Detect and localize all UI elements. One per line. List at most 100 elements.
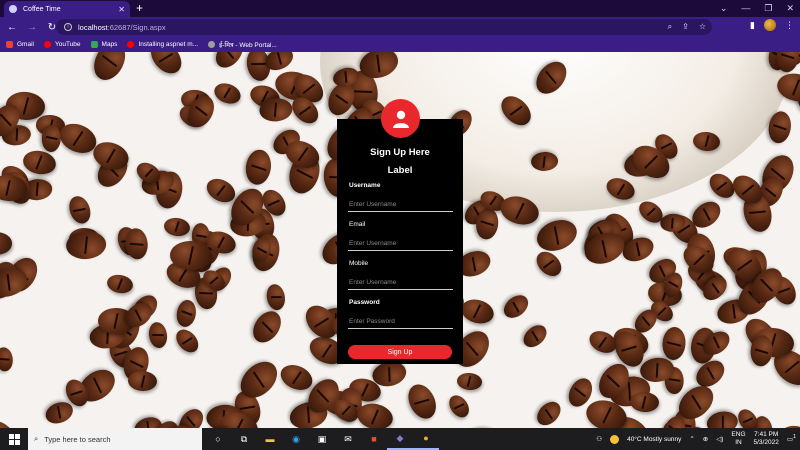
coffee-bean [456,372,483,392]
volume-icon[interactable]: ◁) [716,435,723,443]
coffee-bean [0,346,15,373]
clock-date: 5/3/2022 [753,439,779,446]
coffee-bean [171,325,203,357]
back-icon[interactable]: ← [4,22,20,33]
store-icon[interactable]: ▣ [309,428,335,450]
coffee-bean [586,326,620,357]
notifications-icon[interactable]: ▭1 [787,434,796,443]
forward-icon[interactable]: → [24,22,40,33]
close-window-icon[interactable]: ✕ [786,0,794,16]
coffee-bean [147,320,170,350]
maximize-icon[interactable]: ❐ [764,0,772,16]
bookmark-installing-aspnet[interactable]: Installing aspnet m... [127,41,198,48]
coffee-bean [0,414,22,428]
url-path: :62687/Sign.aspx [107,22,166,32]
mobile-input[interactable] [348,276,453,290]
coffee-bean [65,193,94,227]
search-icon: ⌕ [34,434,39,443]
email-input[interactable] [348,237,453,251]
coffee-bean [174,404,209,428]
site-info-icon[interactable]: i [64,23,72,31]
minimize-icon[interactable]: — [741,0,750,16]
share-icon[interactable]: ⇪ [682,22,689,32]
bookmark-label: ई-मित्र - Web Portal... [219,42,277,49]
edge-icon[interactable]: ◉ [283,428,309,450]
bookmark-maps[interactable]: Maps [90,41,118,48]
windows-taskbar: ⌕ Type here to search ○ ⧉ ▬ ◉ ▣ ✉ ■ ◆ ● … [0,428,800,450]
task-view-icon[interactable]: ⧉ [231,428,257,450]
coffee-bean [264,282,287,312]
coffee-bean [531,246,566,281]
bookmark-gmail[interactable]: Gmail [6,41,34,48]
coffee-bean [145,52,188,80]
coffee-bean [211,79,244,107]
clock[interactable]: 7:41 PM 5/3/2022 [754,431,779,447]
bookmark-emitra-portal[interactable]: ई-मित्र - Web Portal... [208,40,277,49]
bookmarks-bar: Gmail YouTube Maps Installing aspnet m..… [0,37,800,52]
username-input[interactable] [348,198,453,212]
password-input[interactable] [348,315,453,329]
coffee-bean [475,207,501,241]
sign-up-button[interactable]: Sign Up [348,345,452,359]
menu-icon[interactable]: ⋮ [785,20,794,31]
language-indicator[interactable]: ENG IN [731,431,745,447]
bookmark-youtube[interactable]: YouTube [43,41,81,48]
bookmark-label: Gmail [17,41,34,48]
url-host: localhost [78,22,108,32]
coffee-bean [629,390,660,413]
browser-toolbar: ← → ↻ i localhost:62687/Sign.aspx ⌕ ⇪ ☆ … [0,17,800,37]
coffee-bean [174,298,198,329]
chrome-icon[interactable]: ● [413,428,439,450]
new-tab-button[interactable]: + [136,1,143,15]
region-code: IN [735,439,742,446]
cortana-icon[interactable]: ○ [205,428,231,450]
notification-count: 1 [792,434,796,441]
coffee-bean [105,272,135,296]
page-favicon-icon [9,5,17,13]
coffee-bean [88,52,131,85]
user-icon [392,110,409,128]
weather-text[interactable]: 40°C Mostly sunny [627,436,681,443]
tab-search-icon[interactable]: ⌄ [720,0,728,16]
mail-icon[interactable]: ✉ [335,428,361,450]
side-panel-icon[interactable]: ▮ [750,20,755,31]
visual-studio-icon[interactable]: ◆ [387,428,413,450]
address-bar[interactable]: i localhost:62687/Sign.aspx ⌕ ⇪ ☆ [56,19,712,35]
coffee-bean [499,290,533,324]
people-icon[interactable]: ⚇ [596,435,602,443]
coffee-bean [661,326,687,362]
start-button[interactable] [0,428,28,450]
maps-icon [90,41,98,48]
coffee-bean [705,409,740,428]
coffee-bean [127,370,158,393]
bookmark-label: YouTube [54,41,81,48]
window-controls: ⌄ — ❐ ✕ [720,0,794,16]
office-icon[interactable]: ■ [361,428,387,450]
lang-code: ENG [731,431,746,438]
browser-tab[interactable]: Coffee Time ✕ [4,1,130,17]
system-tray: ⚇ 40°C Mostly sunny ⌃ ⊕ ◁) ENG IN 7:41 P… [596,428,796,450]
weather-sun-icon [610,434,620,444]
tray-overflow-icon[interactable]: ⌃ [689,435,694,443]
profile-avatar-icon[interactable] [764,19,776,31]
coffee-bean [519,320,551,352]
windows-logo-icon [8,433,20,445]
bookmark-star-icon[interactable]: ☆ [699,22,706,32]
coffee-bean [20,148,58,177]
taskbar-search[interactable]: ⌕ Type here to search [28,428,202,450]
coffee-bean [243,148,273,187]
search-placeholder: Type here to search [44,434,111,444]
coffee-bean [0,231,13,255]
coffee-bean [162,215,191,238]
form-label: Label [387,165,413,176]
tab-strip: Coffee Time ✕ + ⌄ — ❐ ✕ [0,0,800,17]
password-label: Password [349,299,380,306]
bookmark-label: Installing aspnet m... [138,41,199,48]
mobile-label: Mobile [349,260,369,267]
bookmark-label: Maps [101,41,118,48]
network-icon[interactable]: ⊕ [703,435,708,443]
file-explorer-icon[interactable]: ▬ [257,428,283,450]
tab-close-icon[interactable]: ✕ [118,5,125,14]
username-label: Username [349,182,381,189]
zoom-icon[interactable]: ⌕ [668,22,672,32]
